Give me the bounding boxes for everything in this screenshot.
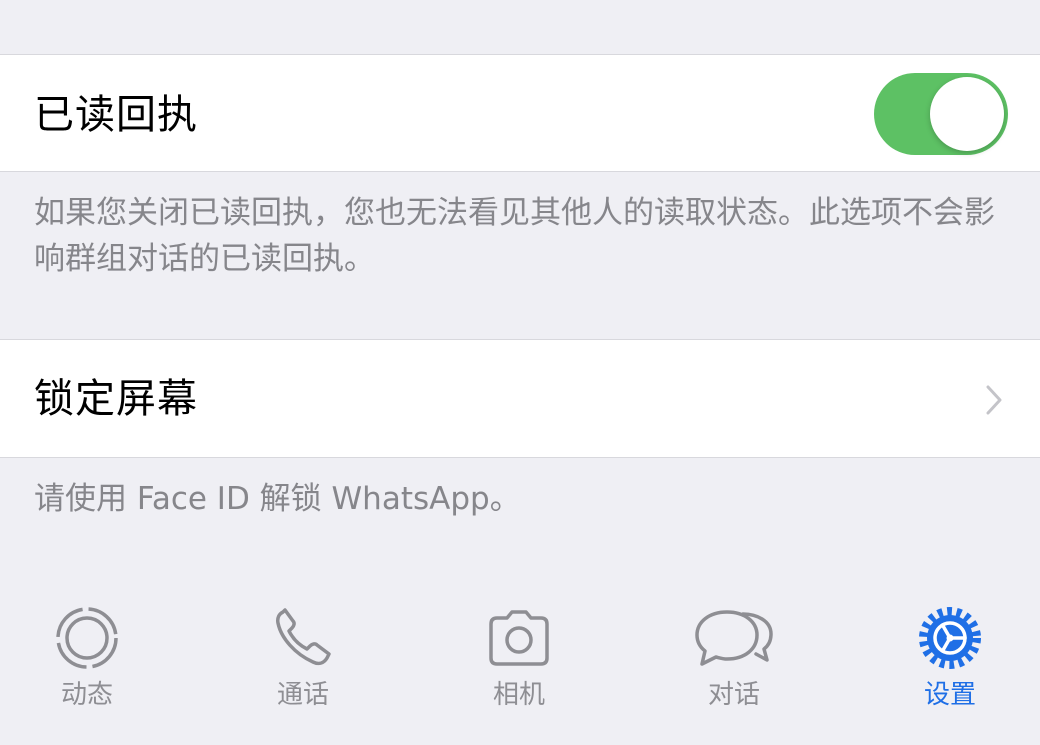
tab-settings-label: 设置 xyxy=(923,680,976,710)
tab-status[interactable]: 动态 xyxy=(17,604,157,724)
chat-bubbles-icon xyxy=(695,610,773,666)
screen-lock-row[interactable]: 锁定屏幕 xyxy=(0,339,1040,458)
screen-lock-label: 锁定屏幕 xyxy=(34,376,198,422)
read-receipts-row[interactable]: 已读回执 xyxy=(0,54,1040,172)
tab-chats[interactable]: 对话 xyxy=(664,604,804,724)
screen-lock-footnote: 请使用 Face ID 解锁 WhatsApp。 xyxy=(34,481,521,517)
read-receipts-footnote: 如果您关闭已读回执，您也无法看见其他人的读取状态。此选项不会影响群组对话的已读回… xyxy=(34,195,995,277)
tab-calls-label: 通话 xyxy=(276,680,329,710)
phone-icon xyxy=(276,608,331,666)
read-receipts-label: 已读回执 xyxy=(34,92,198,138)
chevron-right-icon xyxy=(986,385,1002,415)
tab-camera-label: 相机 xyxy=(492,680,545,710)
tab-status-label: 动态 xyxy=(60,680,113,710)
tab-settings[interactable]: 设置 xyxy=(880,604,1020,724)
tab-calls[interactable]: 通话 xyxy=(233,604,373,724)
tab-bar: 动态 通话 相机 对话 设置 xyxy=(0,590,1040,745)
tab-camera[interactable]: 相机 xyxy=(449,604,589,724)
read-receipts-toggle[interactable] xyxy=(874,73,1008,155)
top-spacer xyxy=(0,0,1040,54)
gear-icon xyxy=(919,607,981,669)
camera-icon xyxy=(489,610,549,666)
status-icon xyxy=(56,607,118,669)
tab-chats-label: 对话 xyxy=(707,680,760,710)
toggle-knob xyxy=(930,77,1004,151)
